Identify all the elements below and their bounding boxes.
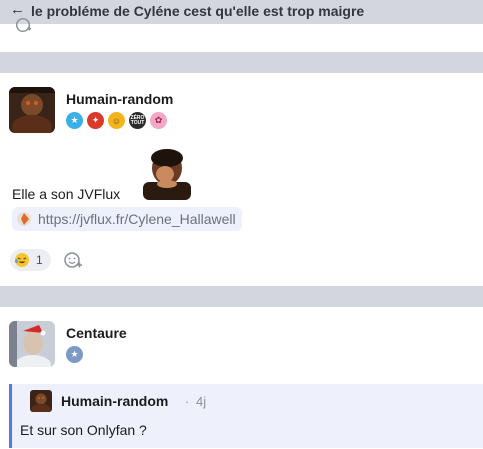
star-badge-icon: ★ xyxy=(66,112,83,129)
zero-tout-badge-icon: ZÉRO TOUT xyxy=(129,112,146,129)
jvflux-favicon-icon xyxy=(17,212,31,226)
quoted-message[interactable]: Humain-random · 4j Et sur son Onlyfan ? xyxy=(9,384,483,448)
previous-post-footer xyxy=(0,17,483,52)
gold-badge-icon: ☺ xyxy=(108,112,125,129)
star-badge-icon: ★ xyxy=(66,346,83,363)
badges: ★ xyxy=(66,346,83,363)
quote-text: Et sur son Onlyfan ? xyxy=(20,422,147,438)
quote-time: 4j xyxy=(196,394,207,409)
quote-avatar[interactable] xyxy=(30,390,52,412)
add-reaction-icon[interactable] xyxy=(63,250,83,270)
crying-laughing-emoji-icon xyxy=(15,253,29,267)
pink-badge-icon: ✿ xyxy=(150,112,167,129)
link-url: https://jvflux.fr/Cylene_Hallawell xyxy=(38,211,236,227)
author-name[interactable]: Humain-random xyxy=(66,91,173,107)
fire-badge-icon: ✦ xyxy=(87,112,104,129)
reaction-pill[interactable]: 1 xyxy=(10,249,51,271)
thread-header: ← le probléme de Cyléne cest qu'elle est… xyxy=(0,0,483,24)
quote-separator: · xyxy=(185,394,190,409)
post-text: Elle a son JVFlux xyxy=(12,186,121,202)
reaction-count: 1 xyxy=(36,253,43,267)
facepalm-sticker xyxy=(135,148,199,200)
add-reaction-icon[interactable] xyxy=(14,16,32,34)
post-humain-random: Humain-random ★ ✦ ☺ ZÉRO TOUT ✿ Elle a s… xyxy=(0,73,483,286)
post-separator xyxy=(0,286,483,307)
post-separator xyxy=(0,52,483,73)
jvflux-link[interactable]: https://jvflux.fr/Cylene_Hallawell xyxy=(12,207,242,231)
author-name[interactable]: Centaure xyxy=(66,325,127,341)
badges: ★ ✦ ☺ ZÉRO TOUT ✿ xyxy=(66,112,167,129)
thread-title: le probléme de Cyléne cest qu'elle est t… xyxy=(31,3,365,19)
avatar[interactable] xyxy=(9,87,55,133)
quote-author[interactable]: Humain-random xyxy=(61,393,168,409)
avatar[interactable] xyxy=(9,321,55,367)
